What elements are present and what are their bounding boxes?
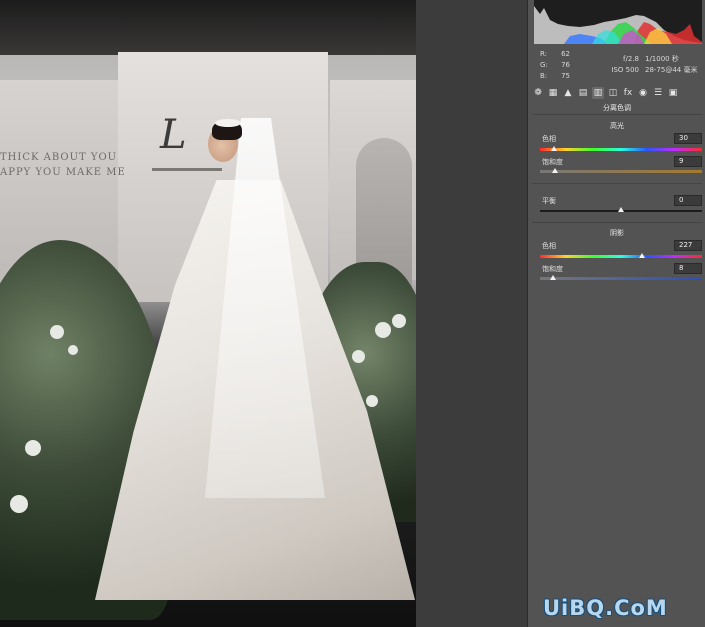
balance-thumb[interactable] <box>618 207 624 212</box>
bloom <box>352 350 365 363</box>
bloom <box>68 345 78 355</box>
highlights-hue-label: 色相 <box>542 135 556 143</box>
bloom <box>392 314 406 328</box>
g-label: G: <box>540 61 548 69</box>
balance-slider[interactable] <box>540 207 702 212</box>
monogram-logo: L <box>160 112 187 158</box>
shadows-hue-thumb[interactable] <box>639 253 646 258</box>
section-divider <box>532 222 702 223</box>
bloom <box>25 440 41 456</box>
b-value: 75 <box>561 72 570 80</box>
shadows-title: 阴影 <box>610 229 624 237</box>
tiara <box>215 119 241 127</box>
highlights-hue-slider[interactable] <box>540 146 702 151</box>
highlights-saturation-label: 饱和度 <box>542 158 563 166</box>
highlights-saturation-field[interactable]: 9 <box>674 156 702 167</box>
ceiling <box>0 0 416 55</box>
shadows-saturation-slider[interactable] <box>540 275 702 280</box>
monogram-underline <box>152 168 222 171</box>
shutter-value: 1/1000 秒 <box>645 55 679 63</box>
wall-text-line1: THICK ABOUT YOU <box>0 152 118 163</box>
aperture-value: f/2.8 <box>623 55 639 63</box>
shadows-hue-slider[interactable] <box>540 253 702 258</box>
g-value: 76 <box>561 61 570 69</box>
highlights-hue-thumb[interactable] <box>550 146 557 151</box>
watermark: UiBQ.CoM <box>543 596 668 620</box>
snapshots-icon[interactable]: ▣ <box>667 87 679 99</box>
highlights-saturation-slider[interactable] <box>540 168 702 173</box>
panel-divider <box>532 114 702 115</box>
highlights-title: 高光 <box>610 122 624 130</box>
r-label: R: <box>540 50 548 58</box>
photo-canvas[interactable]: THICK ABOUT YOU APPY YOU MAKE ME L <box>0 0 416 627</box>
balance-label: 平衡 <box>542 197 556 205</box>
shadows-hue-label: 色相 <box>542 242 556 250</box>
panel-title: 分离色调 <box>603 104 631 112</box>
shadows-saturation-label: 饱和度 <box>542 265 563 273</box>
camera-calibration-icon[interactable]: ◉ <box>637 87 649 99</box>
bloom <box>375 322 391 338</box>
histogram <box>534 0 702 44</box>
bloom <box>10 495 28 513</box>
highlights-saturation-thumb[interactable] <box>551 168 558 173</box>
r-value: 62 <box>561 50 570 58</box>
aperture-icon[interactable]: ❁ <box>532 87 544 99</box>
adjustment-panel: R: 62 G: 76 B: 75 f/2.8 1/1000 秒 ISO 500 28-7… <box>527 0 705 627</box>
wall-text-line2: APPY YOU MAKE ME <box>0 167 126 178</box>
split-toning-icon[interactable]: ▥ <box>592 87 604 99</box>
hsl-icon[interactable]: ▤ <box>577 87 589 99</box>
highlights-hue-field[interactable]: 30 <box>674 133 702 144</box>
iso-value: ISO 500 <box>611 66 639 74</box>
detail-icon[interactable]: ▲ <box>562 87 574 99</box>
bloom <box>366 395 378 407</box>
bloom <box>50 325 64 339</box>
exif-readout: f/2.8 1/1000 秒 ISO 500 28-75@44 毫米 <box>611 54 697 76</box>
b-label: B: <box>540 72 548 80</box>
shadows-saturation-field[interactable]: 8 <box>674 263 702 274</box>
lens-corrections-icon[interactable]: ◫ <box>607 87 619 99</box>
shadows-hue-field[interactable]: 227 <box>674 240 702 251</box>
shadows-saturation-thumb[interactable] <box>549 275 556 280</box>
panel-tab-bar: ❁ ▦ ▲ ▤ ▥ ◫ fx ◉ ☰ ▣ <box>532 86 702 100</box>
effects-icon[interactable]: fx <box>622 87 634 99</box>
canvas-gutter <box>416 0 527 627</box>
tone-curve-icon[interactable]: ▦ <box>547 87 559 99</box>
presets-icon[interactable]: ☰ <box>652 87 664 99</box>
rgb-readout: R: 62 G: 76 B: 75 <box>540 49 570 82</box>
section-divider <box>532 183 702 184</box>
balance-field[interactable]: 0 <box>674 195 702 206</box>
lens-value: 28-75@44 毫米 <box>645 66 698 74</box>
